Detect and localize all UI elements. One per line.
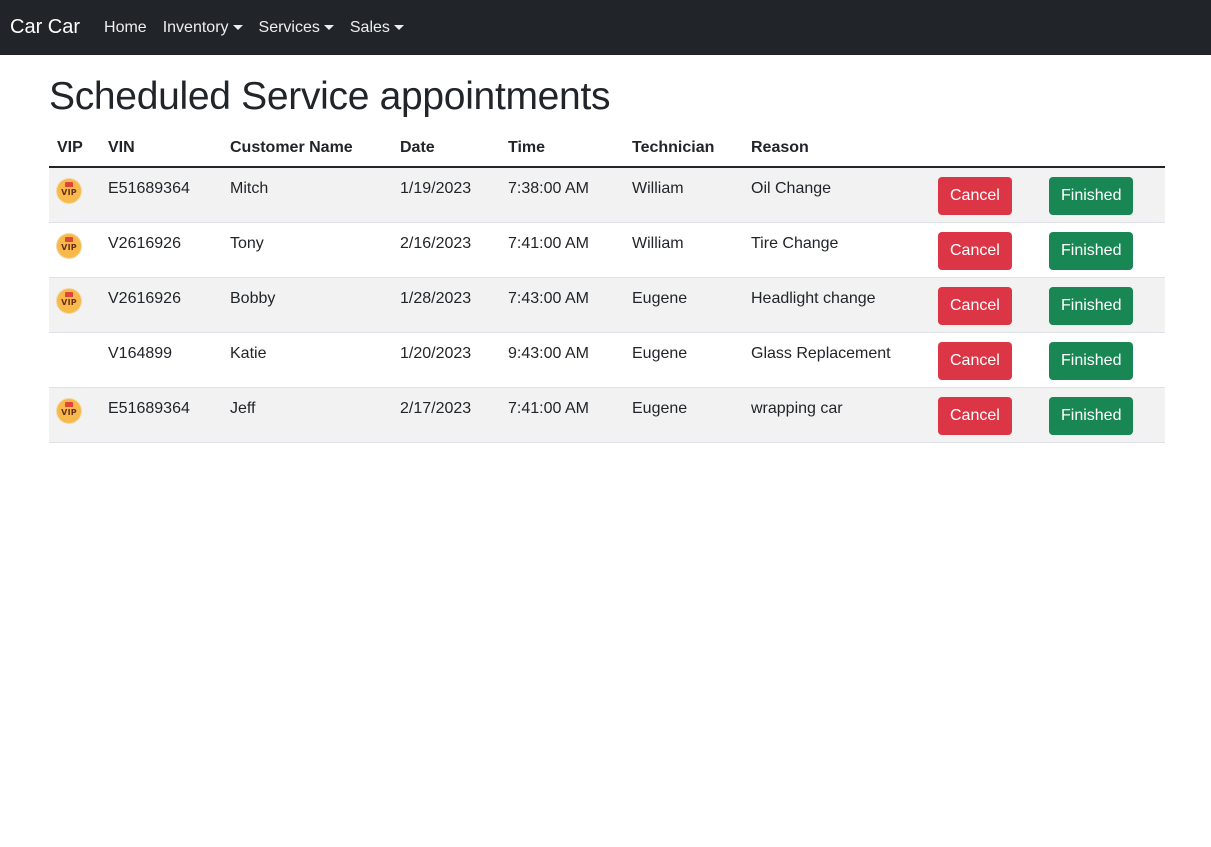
vip-badge-icon: VIP [57,233,81,258]
cell-cancel: Cancel [930,332,1041,388]
nav-home[interactable]: Home [104,19,155,37]
cell-cancel: Cancel [930,387,1041,443]
header-vip: VIP [49,129,100,168]
cell-reason: Glass Replacement [743,332,930,388]
cell-technician: William [624,167,743,223]
cancel-button[interactable]: Cancel [938,231,1012,270]
cell-customer-name: Jeff [222,387,392,443]
table-header-row: VIP VIN Customer Name Date Time Technici… [49,129,1165,168]
cell-date: 1/28/2023 [392,277,500,333]
cell-reason: Headlight change [743,277,930,333]
cell-reason: wrapping car [743,387,930,443]
finished-button[interactable]: Finished [1049,341,1134,380]
cell-reason: Tire Change [743,222,930,278]
cell-customer-name: Bobby [222,277,392,333]
cell-technician: Eugene [624,332,743,388]
caret-down-icon [323,25,334,30]
cell-time: 7:41:00 AM [500,387,624,443]
vip-icon-text: VIP [61,188,77,197]
vip-badge-icon: VIP [57,288,81,313]
main-container: Scheduled Service appointments VIP VIN C… [49,55,1165,443]
header-finish-action [1041,129,1165,168]
appointments-table: VIP VIN Customer Name Date Time Technici… [49,129,1165,443]
cell-date: 1/20/2023 [392,332,500,388]
cell-technician: Eugene [624,387,743,443]
caret-down-icon [393,25,404,30]
cell-date: 2/16/2023 [392,222,500,278]
cell-cancel: Cancel [930,277,1041,333]
nav-services-dropdown[interactable]: Services [251,19,342,37]
cell-vin: V2616926 [100,222,222,278]
header-customer-name: Customer Name [222,129,392,168]
vip-badge-icon: VIP [57,398,81,423]
vip-icon-text: VIP [61,407,77,417]
table-row: VIP V2616926 Tony 2/16/2023 7:41:00 AM Willia… [49,222,1165,278]
header-technician: Technician [624,129,743,168]
vip-icon-text: VIP [61,242,77,252]
brand-link[interactable]: Car Car [10,16,80,39]
cell-cancel: Cancel [930,167,1041,223]
cell-reason: Oil Change [743,167,930,223]
crown-icon [65,291,73,297]
caret-down-icon [232,25,243,30]
cancel-button[interactable]: Cancel [938,341,1012,380]
finished-button[interactable]: Finished [1049,396,1134,435]
cell-date: 2/17/2023 [392,387,500,443]
cancel-button[interactable]: Cancel [938,396,1012,435]
cell-vin: V2616926 [100,277,222,333]
cell-vip: VIP [49,387,100,443]
crown-icon [65,401,73,407]
cell-cancel: Cancel [930,222,1041,278]
nav-sales-label: Sales [349,18,390,36]
header-vin: VIN [100,129,222,168]
cell-vin: E51689364 [100,387,222,443]
cell-time: 7:41:00 AM [500,222,624,278]
cell-finished: Finished [1041,167,1165,223]
cell-finished: Finished [1041,332,1165,388]
cell-vip [49,332,100,388]
cell-finished: Finished [1041,277,1165,333]
header-date: Date [392,129,500,168]
header-reason: Reason [743,129,930,168]
nav-inventory-label: Inventory [162,18,229,36]
cell-vip: VIP [49,277,100,333]
vip-badge-icon: VIP [57,179,81,203]
table-row: VIP V2616926 Bobby 1/28/2023 7:43:00 AM Eugen… [49,277,1165,333]
nav-inventory-dropdown[interactable]: Inventory [155,19,251,37]
table-row: VIP E51689364 Jeff 2/17/2023 7:41:00 AM Eugen… [49,387,1165,443]
crown-icon [65,182,73,187]
finished-button[interactable]: Finished [1049,231,1134,270]
cell-vin: V164899 [100,332,222,388]
cell-date: 1/19/2023 [392,167,500,223]
cell-time: 7:38:00 AM [500,167,624,223]
cancel-button[interactable]: Cancel [938,286,1012,325]
cancel-button[interactable]: Cancel [938,177,1012,215]
page-title: Scheduled Service appointments [49,75,611,118]
vip-icon-text: VIP [61,297,77,307]
cell-customer-name: Katie [222,332,392,388]
cell-finished: Finished [1041,387,1165,443]
nav-home-label: Home [104,18,147,36]
cell-time: 7:43:00 AM [500,277,624,333]
cell-technician: Eugene [624,277,743,333]
cell-vip: VIP [49,167,100,223]
cell-time: 9:43:00 AM [500,332,624,388]
navbar: Car Car Home Inventory Services Sales [0,0,1211,55]
header-time: Time [500,129,624,168]
cell-technician: William [624,222,743,278]
cell-vin: E51689364 [100,167,222,223]
header-cancel-action [930,129,1041,168]
cell-finished: Finished [1041,222,1165,278]
cell-customer-name: Mitch [222,167,392,223]
crown-icon [65,236,73,242]
finished-button[interactable]: Finished [1049,177,1134,215]
table-row: VIP E51689364 Mitch 1/19/2023 7:38:00 AM Will… [49,167,1165,223]
cell-customer-name: Tony [222,222,392,278]
finished-button[interactable]: Finished [1049,286,1134,325]
nav-services-label: Services [258,18,320,36]
nav-sales-dropdown[interactable]: Sales [342,19,412,37]
table-row: V164899 Katie 1/20/2023 9:43:00 AM Eugene Gla… [49,332,1165,388]
cell-vip: VIP [49,222,100,278]
